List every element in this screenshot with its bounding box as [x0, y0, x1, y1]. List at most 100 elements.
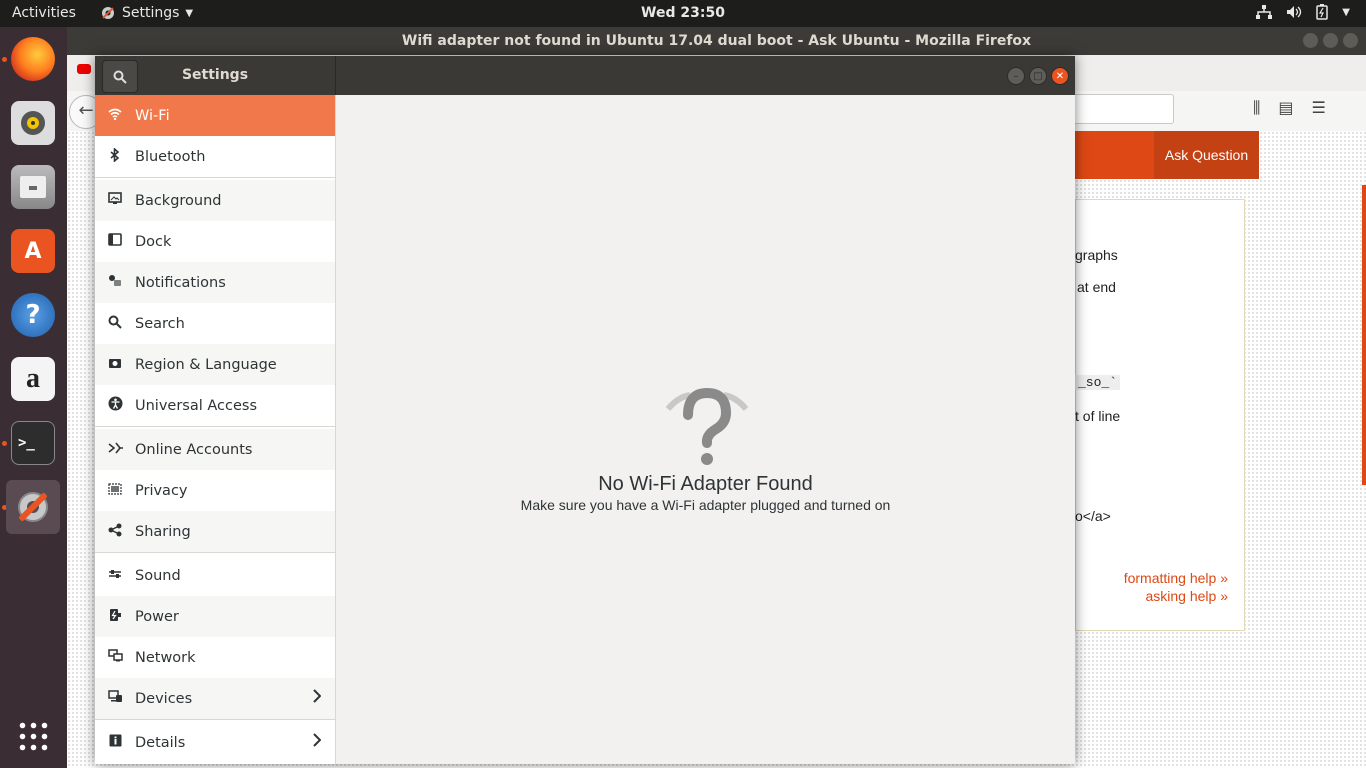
search-icon	[113, 70, 127, 84]
settings-sidebar: Wi-Fi Bluetooth Background Dock Notifica…	[95, 95, 336, 764]
sidebar-item-label: Details	[135, 734, 186, 751]
menu-icon[interactable]: ☰	[1312, 98, 1326, 118]
library-icon[interactable]: ⫼	[1253, 98, 1260, 118]
formatting-help-link[interactable]: formatting help »	[1087, 570, 1228, 586]
empty-state-title: No Wi-Fi Adapter Found	[598, 473, 813, 495]
sidebar-item-label: Universal Access	[135, 397, 258, 414]
firefox-titlebar[interactable]: Wifi adapter not found in Ubuntu 17.04 d…	[67, 27, 1366, 55]
window-controls: – □ ✕	[1007, 67, 1069, 85]
firefox-window-controls	[1303, 33, 1358, 48]
firefox-icon	[11, 37, 55, 81]
region-icon	[107, 357, 123, 373]
settings-icon	[11, 485, 55, 529]
sidebar-item-privacy[interactable]: Privacy	[95, 470, 335, 511]
terminal-icon: >_	[11, 421, 55, 465]
sidebar-separator	[95, 719, 335, 720]
wifi-question-icon	[665, 387, 749, 465]
sidebar-separator	[95, 177, 335, 178]
sidebar-separator	[95, 552, 335, 553]
dock-settings[interactable]	[6, 480, 60, 534]
details-icon	[107, 734, 123, 751]
empty-state-subtitle: Make sure you have a Wi-Fi adapter plugg…	[520, 497, 891, 513]
editor-code-fragment: _so_`	[1075, 375, 1121, 390]
sidebar-item-label: Search	[135, 315, 185, 332]
dock-icon	[107, 233, 123, 250]
volume-icon	[1287, 6, 1302, 18]
dock-files[interactable]	[6, 160, 60, 214]
editor-text-fragment: o</a>	[1075, 508, 1111, 524]
close-button[interactable]: ✕	[1051, 67, 1069, 85]
dock-rhythmbox[interactable]	[6, 96, 60, 150]
maximize-icon[interactable]	[1323, 33, 1338, 48]
sidebar-item-label: Online Accounts	[135, 441, 253, 458]
network-wired-icon	[1256, 5, 1273, 19]
chevron-right-icon	[313, 688, 322, 707]
system-tray[interactable]: ▼	[1256, 4, 1350, 20]
sidebar-item-label: Wi-Fi	[135, 107, 170, 124]
firefox-window-title: Wifi adapter not found in Ubuntu 17.04 d…	[401, 33, 1032, 49]
chevron-down-icon: ▼	[1342, 6, 1350, 18]
rhythmbox-icon	[11, 101, 55, 145]
dock-terminal[interactable]: >_	[6, 416, 60, 470]
sidebar-item-label: Power	[135, 608, 179, 625]
sidebar-item-power[interactable]: Power	[95, 596, 335, 637]
network-icon	[107, 649, 123, 666]
sidebar-item-background[interactable]: Background	[95, 180, 335, 221]
url-bar[interactable]	[1067, 94, 1174, 124]
sidebar-item-online-accounts[interactable]: Online Accounts	[95, 429, 335, 470]
sidebar-item-universal-access[interactable]: Universal Access	[95, 385, 335, 426]
sidebar-item-notifications[interactable]: Notifications	[95, 262, 335, 303]
minimize-icon[interactable]	[1303, 33, 1318, 48]
dock-software[interactable]: A	[6, 224, 60, 278]
accessibility-icon	[107, 396, 123, 415]
close-icon[interactable]	[1343, 33, 1358, 48]
settings-window: Settings – □ ✕ Wi-Fi Bluetooth Backgroun…	[95, 56, 1075, 764]
youtube-tab-icon[interactable]	[77, 64, 91, 74]
sidebar-item-bluetooth[interactable]: Bluetooth	[95, 136, 335, 177]
ask-question-button[interactable]: Ask Question	[1154, 131, 1259, 179]
editor-text-fragment: at end	[1077, 279, 1116, 295]
page-scrollbar[interactable]	[1362, 185, 1366, 485]
window-title: Settings	[181, 67, 249, 83]
search-button[interactable]	[102, 60, 138, 93]
sidebar-item-label: Sound	[135, 567, 181, 584]
show-applications-icon[interactable]	[17, 720, 49, 752]
maximize-button[interactable]: □	[1029, 67, 1047, 85]
help-icon: ?	[11, 293, 55, 337]
dock-amazon[interactable]: a	[6, 352, 60, 406]
wifi-panel: No Wi-Fi Adapter Found Make sure you hav…	[336, 95, 1075, 764]
sidebar-item-region-language[interactable]: Region & Language	[95, 344, 335, 385]
wifi-icon	[107, 108, 123, 124]
sidebar-item-label: Sharing	[135, 523, 191, 540]
minimize-button[interactable]: –	[1007, 67, 1025, 85]
sidebar-item-label: Region & Language	[135, 356, 277, 373]
background-icon	[107, 192, 123, 209]
sidebar-item-devices[interactable]: Devices	[95, 678, 335, 719]
firefox-toolbar-icons: ⫼ ▤ ☰	[1253, 98, 1326, 118]
sidebar-icon[interactable]: ▤	[1278, 98, 1293, 118]
devices-icon	[107, 690, 123, 707]
dock-firefox[interactable]	[6, 32, 60, 86]
clock[interactable]: Wed 23:50	[0, 5, 1366, 21]
sidebar-item-label: Dock	[135, 233, 172, 250]
dock-help[interactable]: ?	[6, 288, 60, 342]
sidebar-item-sharing[interactable]: Sharing	[95, 511, 335, 552]
sidebar-item-details[interactable]: Details	[95, 722, 335, 763]
asking-help-link[interactable]: asking help »	[1087, 588, 1228, 604]
close-icon: ✕	[1055, 70, 1065, 82]
minimize-icon: –	[1013, 70, 1019, 82]
sharing-icon	[107, 523, 123, 541]
top-bar: Activities Settings ▼ Wed 23:50 ▼	[0, 0, 1366, 27]
content-header[interactable]	[336, 56, 1075, 95]
sidebar-item-sound[interactable]: Sound	[95, 555, 335, 596]
sidebar-separator	[95, 426, 335, 427]
sidebar-item-search[interactable]: Search	[95, 303, 335, 344]
amazon-icon: a	[11, 357, 55, 401]
editor-text-fragment: t of line	[1075, 408, 1121, 424]
online-accounts-icon	[107, 441, 123, 459]
sidebar-item-wifi[interactable]: Wi-Fi	[95, 95, 335, 136]
sidebar-item-dock[interactable]: Dock	[95, 221, 335, 262]
sidebar-item-network[interactable]: Network	[95, 637, 335, 678]
battery-icon	[1316, 4, 1329, 20]
sidebar-item-label: Devices	[135, 690, 193, 707]
